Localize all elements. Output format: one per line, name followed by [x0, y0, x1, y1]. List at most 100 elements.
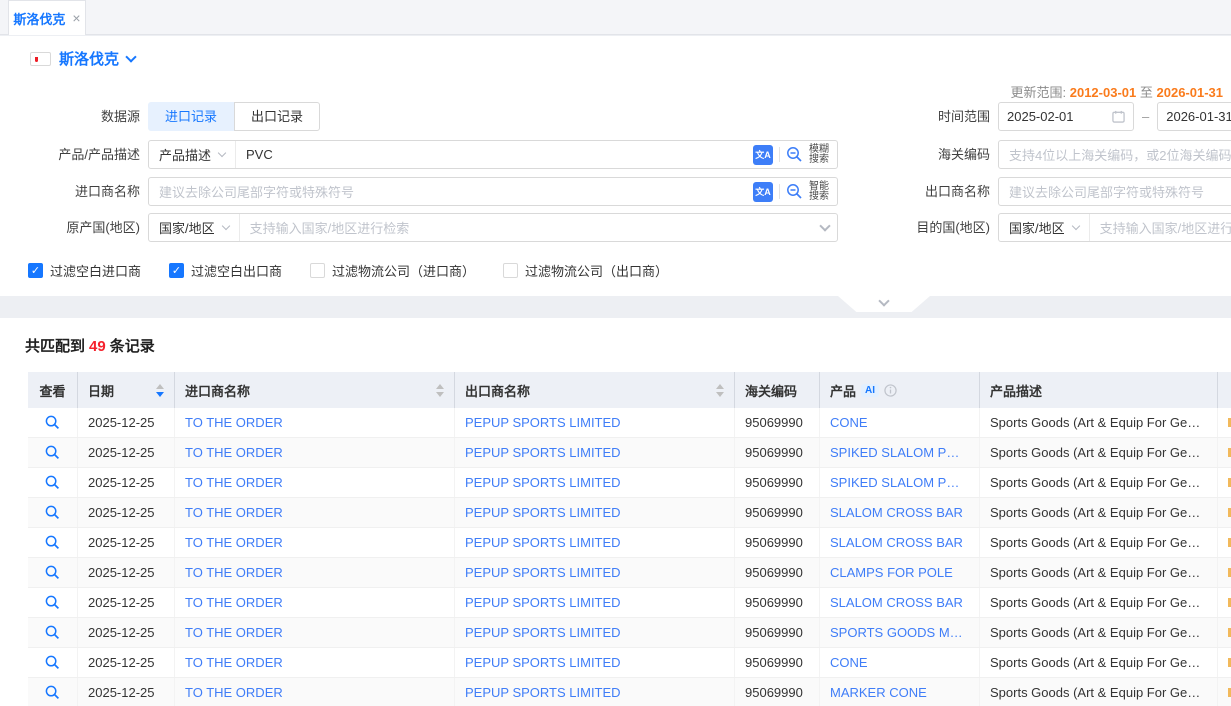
view-magnifier-icon[interactable]: [45, 535, 60, 550]
checkbox-filter-blank-importer[interactable]: ✓ 过滤空白进口商: [28, 261, 141, 280]
clipped-extra-cell: [1218, 528, 1231, 557]
update-range-label: 更新范围:: [1010, 85, 1066, 100]
product-link[interactable]: SPIKED SLALOM POLE: [820, 438, 980, 467]
translate-icon[interactable]: 文A: [753, 182, 773, 202]
hs-code-cell: 95069990: [735, 528, 820, 557]
table-row: 2025-12-25TO THE ORDERPEPUP SPORTS LIMIT…: [28, 438, 1231, 468]
origin-country-input[interactable]: 支持输入国家/地区进行检索: [240, 218, 813, 237]
time-range-end-input[interactable]: 2026-01-31: [1157, 102, 1231, 131]
exporter-link[interactable]: PEPUP SPORTS LIMITED: [455, 498, 735, 527]
smart-search-label[interactable]: 智能 搜索: [809, 182, 829, 202]
importer-link[interactable]: TO THE ORDER: [175, 438, 455, 467]
hs-code-input[interactable]: 支持4位以上海关编码，或2位海关编码加上: [999, 145, 1231, 164]
view-record-button[interactable]: [28, 618, 78, 647]
importer-input[interactable]: 建议去除公司尾部字符或特殊符号: [149, 182, 745, 201]
destination-country-select[interactable]: 国家/地区: [999, 214, 1090, 241]
collapse-panel-handle[interactable]: [838, 296, 930, 312]
product-type-select[interactable]: 产品描述: [149, 141, 236, 168]
product-link[interactable]: CONE: [820, 648, 980, 677]
view-magnifier-icon[interactable]: [45, 685, 60, 700]
time-range-start-input[interactable]: 2025-02-01: [998, 102, 1134, 131]
view-record-button[interactable]: [28, 678, 78, 706]
importer-link[interactable]: TO THE ORDER: [175, 648, 455, 677]
view-record-button[interactable]: [28, 558, 78, 587]
view-record-button[interactable]: [28, 648, 78, 677]
product-link[interactable]: SLALOM CROSS BAR: [820, 528, 980, 557]
importer-link[interactable]: TO THE ORDER: [175, 588, 455, 617]
date-cell: 2025-12-25: [78, 498, 175, 527]
checkbox-filter-logistics-exporter[interactable]: ✓ 过滤物流公司（出口商）: [503, 261, 668, 280]
exporter-link[interactable]: PEPUP SPORTS LIMITED: [455, 468, 735, 497]
checkbox-icon[interactable]: ✓: [503, 263, 518, 278]
info-icon[interactable]: [884, 384, 897, 397]
translate-icon[interactable]: 文A: [753, 145, 773, 165]
checkbox-icon[interactable]: ✓: [310, 263, 325, 278]
importer-link[interactable]: TO THE ORDER: [175, 468, 455, 497]
checkbox-icon[interactable]: ✓: [28, 263, 43, 278]
product-link[interactable]: MARKER CONE: [820, 678, 980, 706]
tab-slovakia[interactable]: 斯洛伐克 ×: [8, 0, 86, 35]
header-exporter[interactable]: 出口商名称: [455, 372, 735, 408]
fuzzy-search-label[interactable]: 模糊 搜索: [809, 145, 829, 165]
product-link[interactable]: SLALOM CROSS BAR: [820, 588, 980, 617]
view-record-button[interactable]: [28, 468, 78, 497]
exporter-link[interactable]: PEPUP SPORTS LIMITED: [455, 678, 735, 706]
product-link[interactable]: CONE: [820, 408, 980, 437]
view-magnifier-icon[interactable]: [45, 475, 60, 490]
sort-icon[interactable]: [428, 384, 444, 397]
importer-link[interactable]: TO THE ORDER: [175, 408, 455, 437]
view-magnifier-icon[interactable]: [45, 655, 60, 670]
date-cell: 2025-12-25: [78, 558, 175, 587]
product-link[interactable]: CLAMPS FOR POLE: [820, 558, 980, 587]
header-date[interactable]: 日期: [78, 372, 175, 408]
importer-link[interactable]: TO THE ORDER: [175, 678, 455, 706]
view-magnifier-icon[interactable]: [45, 445, 60, 460]
tab-close-icon[interactable]: ×: [72, 10, 80, 26]
checkbox-filter-blank-exporter[interactable]: ✓ 过滤空白出口商: [169, 261, 282, 280]
view-record-button[interactable]: [28, 498, 78, 527]
destination-country-input[interactable]: 支持输入国家/地区进行检索: [1090, 218, 1231, 237]
exporter-link[interactable]: PEPUP SPORTS LIMITED: [455, 588, 735, 617]
exporter-link[interactable]: PEPUP SPORTS LIMITED: [455, 438, 735, 467]
chevron-down-icon: [819, 220, 830, 231]
checkbox-icon[interactable]: ✓: [169, 263, 184, 278]
exporter-link[interactable]: PEPUP SPORTS LIMITED: [455, 528, 735, 557]
view-record-button[interactable]: [28, 408, 78, 437]
product-link[interactable]: SLALOM CROSS BAR: [820, 498, 980, 527]
table-body: 2025-12-25TO THE ORDERPEPUP SPORTS LIMIT…: [28, 408, 1231, 706]
importer-link[interactable]: TO THE ORDER: [175, 558, 455, 587]
product-link[interactable]: SPORTS GOODS MAR...: [820, 618, 980, 647]
header-importer[interactable]: 进口商名称: [175, 372, 455, 408]
import-records-button[interactable]: 进口记录: [148, 102, 234, 131]
header-hs-code: 海关编码: [735, 372, 820, 408]
exporter-link[interactable]: PEPUP SPORTS LIMITED: [455, 618, 735, 647]
view-magnifier-icon[interactable]: [45, 625, 60, 640]
product-link[interactable]: SPIKED SLALOM POLE: [820, 468, 980, 497]
fuzzy-search-icon[interactable]: [786, 146, 803, 163]
product-input[interactable]: PVC: [236, 147, 745, 162]
view-record-button[interactable]: [28, 588, 78, 617]
view-record-button[interactable]: [28, 528, 78, 557]
view-magnifier-icon[interactable]: [45, 415, 60, 430]
clipped-extra-cell: [1218, 438, 1231, 467]
exporter-link[interactable]: PEPUP SPORTS LIMITED: [455, 408, 735, 437]
view-magnifier-icon[interactable]: [45, 505, 60, 520]
smart-search-icon[interactable]: [786, 183, 803, 200]
view-magnifier-icon[interactable]: [45, 595, 60, 610]
export-records-button[interactable]: 出口记录: [234, 102, 320, 131]
view-record-button[interactable]: [28, 438, 78, 467]
sort-icon[interactable]: [708, 384, 724, 397]
update-range-to: 至: [1140, 85, 1153, 100]
importer-link[interactable]: TO THE ORDER: [175, 528, 455, 557]
exporter-input[interactable]: 建议去除公司尾部字符或特殊符号: [999, 182, 1231, 201]
importer-link[interactable]: TO THE ORDER: [175, 498, 455, 527]
view-magnifier-icon[interactable]: [45, 565, 60, 580]
country-selector[interactable]: 斯洛伐克: [30, 48, 135, 69]
exporter-link[interactable]: PEPUP SPORTS LIMITED: [455, 558, 735, 587]
sort-icon[interactable]: [148, 384, 164, 397]
checkbox-filter-logistics-importer[interactable]: ✓ 过滤物流公司（进口商）: [310, 261, 475, 280]
importer-link[interactable]: TO THE ORDER: [175, 618, 455, 647]
data-source-switch: 进口记录 出口记录: [148, 102, 320, 131]
origin-country-select[interactable]: 国家/地区: [149, 214, 240, 241]
exporter-link[interactable]: PEPUP SPORTS LIMITED: [455, 648, 735, 677]
